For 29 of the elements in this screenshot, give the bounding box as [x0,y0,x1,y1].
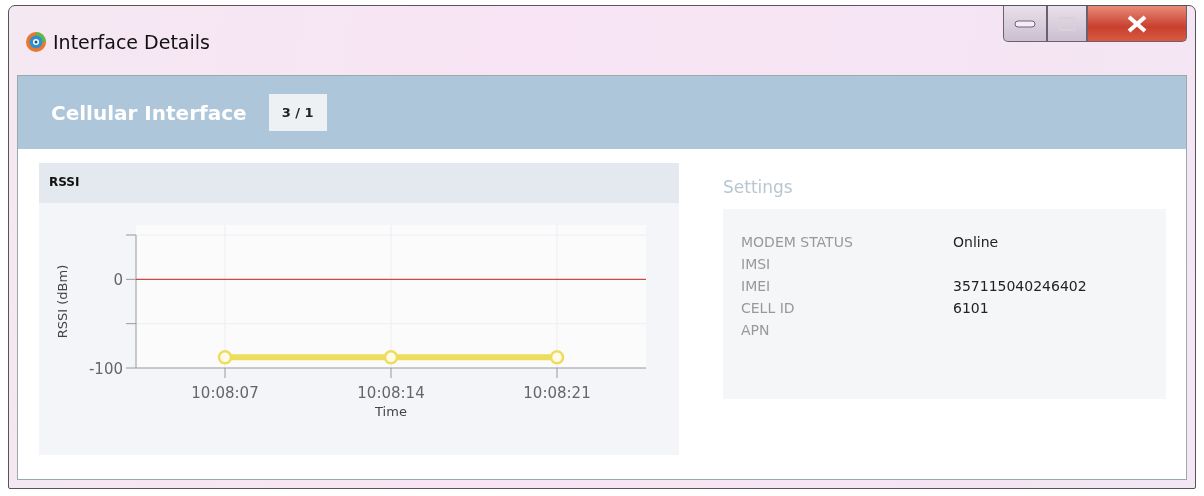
setting-label: CELL ID [741,300,796,316]
data-point [383,350,399,365]
minimize-icon [1014,19,1036,28]
setting-label: MODEM STATUS [741,234,854,250]
x-tick-label: 10:08:14 [357,384,425,402]
close-icon [1126,14,1148,33]
x-tick-label: 10:08:21 [523,384,591,402]
interface-badge: 3 / 1 [268,94,327,131]
x-tick-label: 10:08:07 [191,384,259,402]
setting-label: IMSI [741,256,772,272]
panel-title: RSSI [39,163,679,203]
data-point [549,350,565,365]
setting-value: 6101 [953,300,989,316]
interface-title: Cellular Interface [51,100,247,125]
x-axis-title: Time [375,404,407,419]
setting-value: 357115040246402 [953,278,1087,294]
settings-title: Settings [723,176,794,199]
close-button[interactable] [1087,6,1187,42]
setting-label: APN [741,322,771,338]
maximize-button[interactable] [1047,6,1087,42]
minimize-button[interactable] [1003,6,1047,42]
eye-logo-icon [25,31,47,53]
window-title: Interface Details [53,31,210,53]
y-tick-label: 0 [113,271,123,290]
y-axis-title: RSSI (dBm) [55,264,70,339]
setting-label: IMEI [741,278,772,294]
setting-value: Online [953,234,999,250]
y-tick-label: -100 [88,360,123,378]
data-point [217,350,233,365]
